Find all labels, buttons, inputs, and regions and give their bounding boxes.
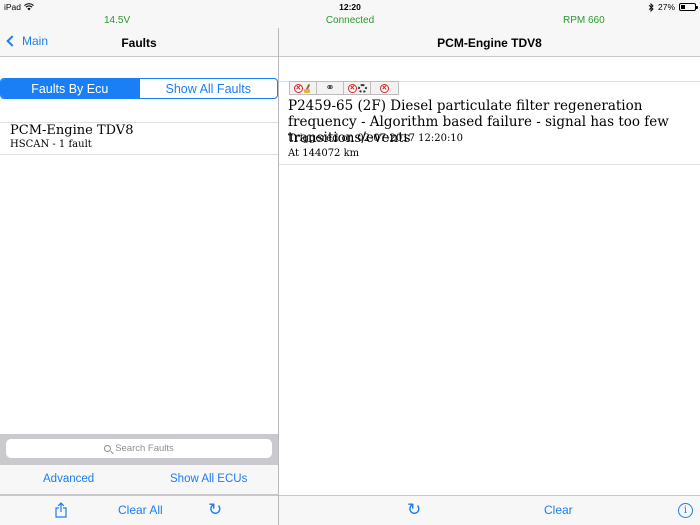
search-icon (104, 445, 112, 452)
left-toolbar: Clear All ↻ (0, 495, 278, 525)
search-bar: Search Faults (0, 434, 278, 465)
status-bar: iPad 12:20 27% (0, 0, 700, 14)
rpm-reading: RPM 660 (563, 15, 605, 26)
error-icon (347, 83, 357, 93)
right-nav-bar: PCM-Engine TDV8 (279, 28, 700, 57)
fault-triggered-time: Triggered on 02-07-2017 12:20:10 (288, 133, 464, 144)
share-icon[interactable] (55, 502, 67, 518)
divider (0, 154, 278, 155)
ecu-list-item[interactable]: PCM-Engine TDV8 HSCAN - 1 fault (0, 122, 278, 154)
segment-show-all-faults[interactable]: Show All Faults (138, 79, 278, 98)
gear-icon (357, 83, 367, 93)
show-all-ecus-button[interactable]: Show All ECUs (170, 473, 247, 485)
clock: 12:20 (339, 2, 361, 12)
segment-faults-by-ecu[interactable]: Faults By Ecu (1, 79, 139, 98)
info-icon[interactable]: i (678, 503, 693, 518)
flag-cell (371, 82, 398, 94)
page-title: Faults (121, 36, 157, 50)
chain-link-icon: ⚭ (325, 82, 335, 94)
broom-icon (304, 84, 312, 93)
master-pane: Main Faults Faults By Ecu Show All Fault… (0, 28, 278, 525)
error-icon (380, 83, 389, 93)
clear-all-button[interactable]: Clear All (118, 503, 163, 517)
flag-cell (290, 82, 317, 94)
status-right: 27% (648, 2, 698, 12)
fault-status-flags: ⚭ (289, 81, 399, 95)
refresh-icon[interactable]: ↻ (407, 501, 421, 518)
options-row: Advanced Show All ECUs (0, 465, 278, 495)
flag-cell: ⚭ (317, 82, 344, 94)
connection-bar: 14.5V Connected RPM 660 (0, 14, 700, 28)
advanced-button[interactable]: Advanced (43, 473, 94, 485)
battery-percent: 27% (657, 2, 675, 12)
bluetooth-icon (648, 2, 654, 12)
flag-cell (344, 82, 371, 94)
ecu-fault-summary: HSCAN - 1 fault (10, 139, 92, 150)
battery-fill (681, 5, 685, 9)
left-nav-bar: Main Faults (0, 28, 278, 57)
ecu-name: PCM-Engine TDV8 (10, 123, 134, 138)
fault-view-segmented-control: Faults By Ecu Show All Faults (0, 78, 278, 99)
detail-pane: PCM-Engine TDV8 ⚭ P2459-65 (2F) Diesel p… (279, 28, 700, 525)
refresh-icon[interactable]: ↻ (208, 501, 222, 518)
divider (279, 164, 700, 165)
fault-odometer: At 144072 km (288, 148, 360, 159)
clear-button[interactable]: Clear (544, 503, 573, 517)
battery-icon (679, 3, 698, 11)
detail-title: PCM-Engine TDV8 (437, 36, 542, 50)
search-input[interactable]: Search Faults (6, 439, 272, 458)
search-placeholder: Search Faults (115, 443, 174, 454)
error-icon (294, 83, 303, 93)
right-toolbar: ↻ Clear i (279, 495, 700, 525)
